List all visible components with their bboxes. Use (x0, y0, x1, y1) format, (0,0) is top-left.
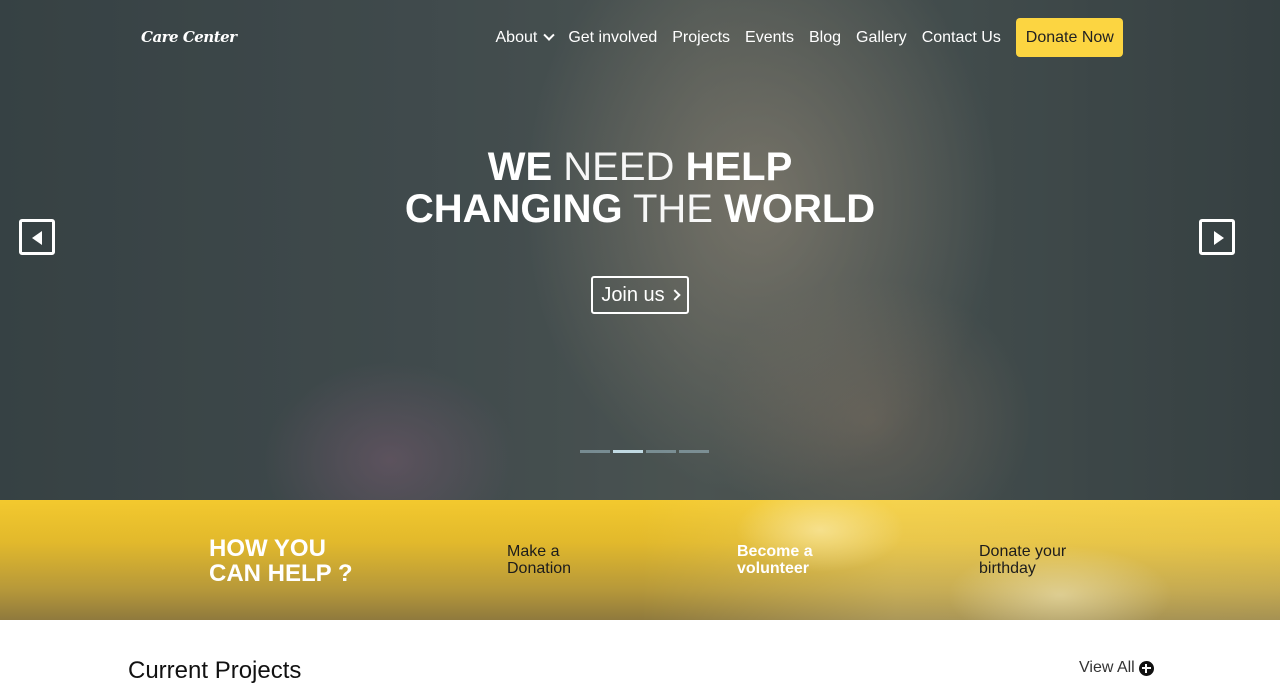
headline-word: HELP (685, 145, 793, 189)
link-line: volunteer (737, 560, 810, 577)
slider-indicator[interactable] (646, 450, 676, 453)
slider-indicator[interactable] (580, 450, 610, 453)
join-us-label: Join us (601, 283, 665, 306)
plus-circle-icon (1138, 660, 1154, 676)
headline-word: WORLD (724, 187, 876, 231)
join-us-button[interactable]: Join us (591, 276, 689, 314)
become-volunteer-link[interactable]: Become a volunteer (737, 543, 813, 577)
nav-item-get-involved[interactable]: Get involved (561, 29, 665, 47)
hero-headline-line-1: WE NEED HELP (0, 146, 1280, 188)
caret-left-icon (32, 231, 42, 245)
how-you-can-help-band (0, 500, 1280, 620)
headline-word: NEED (563, 145, 675, 189)
nav-item-projects[interactable]: Projects (665, 29, 738, 47)
view-all-label: View All (1079, 659, 1135, 676)
slider-indicators (580, 450, 712, 453)
title-line: HOW YOU (209, 535, 326, 562)
hero-headline-line-2: CHANGING THE WORLD (0, 188, 1280, 230)
link-line: Donation (507, 560, 572, 577)
site-logo[interactable]: Care Center (141, 28, 237, 46)
link-line: Become a (737, 543, 813, 560)
caret-right-icon (1214, 231, 1224, 245)
link-line: Make a (507, 543, 560, 560)
link-line: birthday (979, 560, 1036, 577)
chevron-right-icon (669, 289, 681, 301)
title-line: CAN HELP ? (209, 560, 353, 587)
headline-word: WE (487, 145, 553, 189)
slider-next-button[interactable] (1199, 219, 1235, 255)
link-line: Donate your (979, 543, 1067, 560)
nav-item-blog[interactable]: Blog (801, 29, 848, 47)
band-background-image (640, 500, 1280, 620)
how-you-can-help-title: HOW YOU CAN HELP ? (209, 536, 353, 586)
slider-prev-button[interactable] (19, 219, 55, 255)
main-nav: About Get involved Projects Events Blog … (488, 18, 1124, 57)
nav-item-events[interactable]: Events (738, 29, 802, 47)
headline-word: CHANGING (404, 187, 623, 231)
nav-item-contact[interactable]: Contact Us (914, 29, 1008, 47)
slider-indicator[interactable] (679, 450, 709, 453)
donate-now-button[interactable]: Donate Now (1016, 18, 1124, 57)
donate-birthday-link[interactable]: Donate your birthday (979, 543, 1066, 577)
hero-image-overlay (0, 0, 1280, 500)
make-donation-link[interactable]: Make a Donation (507, 543, 571, 577)
nav-item-gallery[interactable]: Gallery (849, 29, 915, 47)
headline-word: THE (632, 187, 713, 231)
current-projects-heading: Current Projects (128, 657, 302, 684)
hero-slider: Care Center About Get involved Projects … (0, 0, 1280, 500)
nav-item-label: About (495, 28, 538, 46)
chevron-down-icon (543, 29, 555, 41)
view-all-link[interactable]: View All (1079, 659, 1154, 677)
nav-item-about[interactable]: About (488, 29, 561, 47)
slider-indicator-active[interactable] (613, 450, 643, 453)
